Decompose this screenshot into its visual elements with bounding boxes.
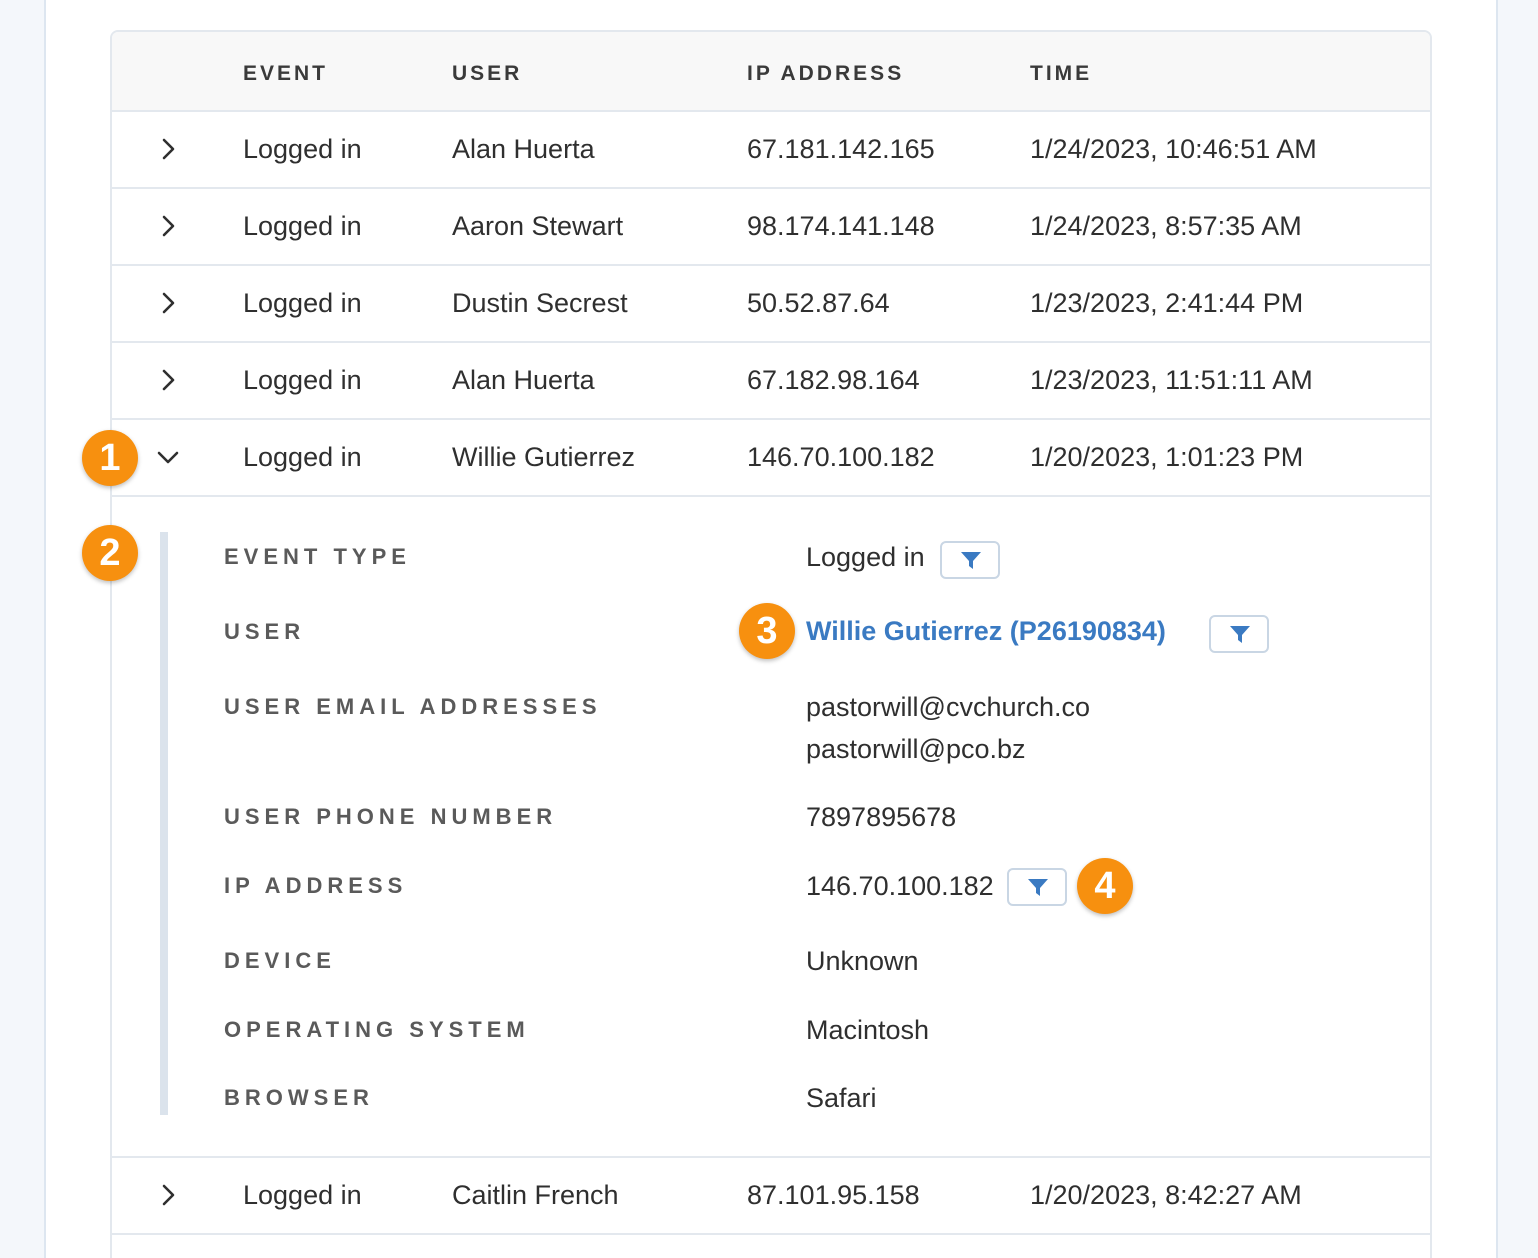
label-user-email-addresses: USER EMAIL ADDRESSES bbox=[224, 694, 602, 719]
cell-event: Logged in bbox=[243, 365, 362, 395]
cell-time: 1/20/2023, 8:42:27 AM bbox=[1030, 1180, 1302, 1210]
cell-event: Logged in bbox=[243, 1180, 362, 1210]
table-row[interactable]: Logged in Dustin Secrest 50.52.87.64 1/2… bbox=[112, 266, 1430, 343]
label-operating-system: OPERATING SYSTEM bbox=[224, 1017, 530, 1042]
label-device: DEVICE bbox=[224, 948, 336, 973]
filter-icon bbox=[1028, 879, 1048, 896]
filter-ip-button[interactable] bbox=[1007, 868, 1067, 906]
label-browser: BROWSER bbox=[224, 1085, 374, 1110]
header-ip-address: IP ADDRESS bbox=[747, 62, 905, 85]
value-email-1: pastorwill@cvchurch.co bbox=[806, 692, 1091, 722]
callout-badge-4: 4 bbox=[1077, 858, 1133, 914]
label-event-type: EVENT TYPE bbox=[224, 544, 411, 569]
cell-ip: 50.52.87.64 bbox=[747, 288, 890, 318]
cell-time: 1/23/2023, 11:51:11 AM bbox=[1030, 365, 1313, 395]
header-event: EVENT bbox=[243, 62, 329, 85]
cell-time: 1/20/2023, 1:01:23 PM bbox=[1030, 442, 1304, 472]
callout-badge-1: 1 bbox=[82, 430, 138, 486]
cell-event: Logged in bbox=[243, 211, 362, 241]
label-user: USER bbox=[224, 619, 306, 644]
cell-ip: 98.174.141.148 bbox=[747, 211, 935, 241]
value-email-2: pastorwill@pco.bz bbox=[806, 734, 1026, 764]
header-user: USER bbox=[452, 62, 523, 85]
detail-accent-bar bbox=[160, 532, 168, 1115]
chevron-down-icon[interactable] bbox=[156, 445, 180, 469]
cell-time: 1/24/2023, 8:57:35 AM bbox=[1030, 211, 1302, 241]
chevron-right-icon[interactable] bbox=[156, 214, 180, 238]
cell-user: Alan Huerta bbox=[452, 365, 595, 395]
cell-user: Dustin Secrest bbox=[452, 288, 628, 318]
value-ip-address: 146.70.100.182 bbox=[806, 871, 994, 901]
callout-badge-3: 3 bbox=[739, 603, 795, 659]
table-row[interactable]: Logged in Alan Huerta 67.182.98.164 1/23… bbox=[112, 343, 1430, 420]
cell-ip: 146.70.100.182 bbox=[747, 442, 935, 472]
table-header: EVENT USER IP ADDRESS TIME bbox=[112, 32, 1430, 112]
value-phone: 7897895678 bbox=[806, 802, 957, 832]
chevron-right-icon[interactable] bbox=[156, 368, 180, 392]
table-row[interactable]: Logged in Alan Huerta 67.181.142.165 1/2… bbox=[112, 112, 1430, 189]
table-row[interactable]: Logged in Caitlin French 87.101.95.158 1… bbox=[112, 1158, 1430, 1235]
filter-user-button[interactable] bbox=[1209, 615, 1269, 653]
cell-user: Willie Gutierrez bbox=[452, 442, 636, 472]
cell-ip: 87.101.95.158 bbox=[747, 1180, 920, 1210]
cell-time: 1/24/2023, 10:46:51 AM bbox=[1030, 134, 1317, 164]
event-detail-panel: EVENT TYPE Logged in USER Willie Gutierr… bbox=[112, 498, 1430, 1158]
chevron-right-icon[interactable] bbox=[156, 137, 180, 161]
table-row-expanded[interactable]: Logged in Willie Gutierrez 146.70.100.18… bbox=[112, 420, 1430, 497]
chevron-right-icon[interactable] bbox=[156, 1183, 180, 1207]
value-device: Unknown bbox=[806, 946, 919, 976]
value-operating-system: Macintosh bbox=[806, 1015, 930, 1045]
cell-event: Logged in bbox=[243, 288, 362, 318]
filter-event-type-button[interactable] bbox=[940, 541, 1000, 579]
cell-time: 1/23/2023, 2:41:44 PM bbox=[1030, 288, 1304, 318]
chevron-right-icon[interactable] bbox=[156, 291, 180, 315]
cell-ip: 67.182.98.164 bbox=[747, 365, 920, 395]
user-profile-link[interactable]: Willie Gutierrez (P26190834) bbox=[806, 616, 1166, 647]
filter-icon bbox=[961, 552, 981, 569]
cell-event: Logged in bbox=[243, 442, 362, 472]
cell-user: Aaron Stewart bbox=[452, 211, 624, 241]
table-row[interactable]: Logged in Aaron Stewart 98.174.141.148 1… bbox=[112, 189, 1430, 266]
callout-badge-2: 2 bbox=[82, 525, 138, 581]
cell-user: Caitlin French bbox=[452, 1180, 619, 1210]
value-browser: Safari bbox=[806, 1083, 877, 1113]
cell-user: Alan Huerta bbox=[452, 134, 595, 164]
label-user-phone-number: USER PHONE NUMBER bbox=[224, 804, 558, 829]
header-time: TIME bbox=[1030, 62, 1093, 85]
cell-event: Logged in bbox=[243, 134, 362, 164]
value-event-type: Logged in bbox=[806, 542, 925, 572]
filter-icon bbox=[1230, 626, 1250, 643]
cell-ip: 67.181.142.165 bbox=[747, 134, 935, 164]
label-ip-address: IP ADDRESS bbox=[224, 873, 408, 898]
